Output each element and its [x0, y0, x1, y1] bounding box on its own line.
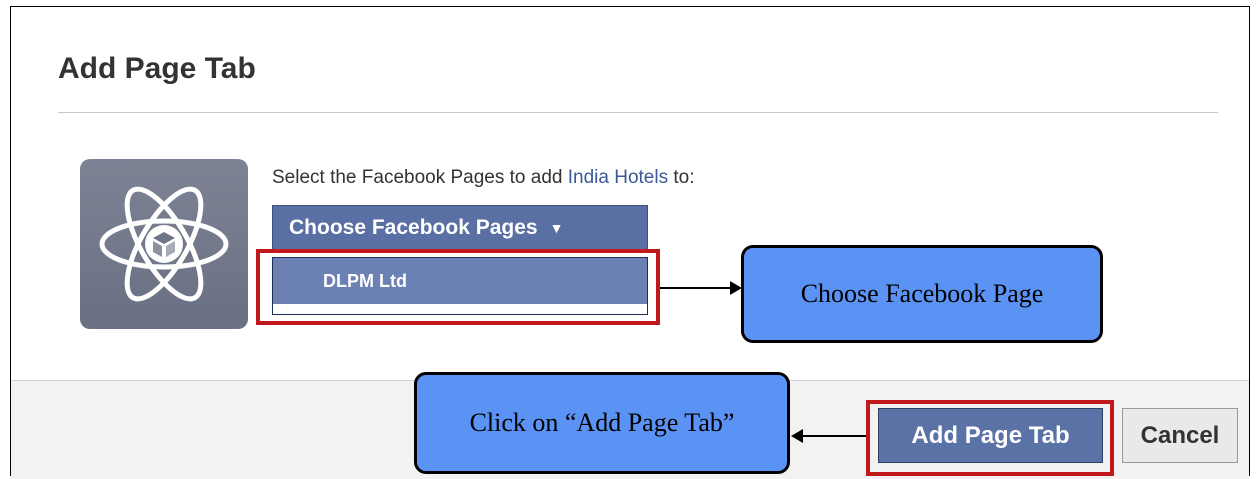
cancel-button[interactable]: Cancel [1122, 408, 1238, 463]
choose-facebook-pages-dropdown[interactable]: Choose Facebook Pages ▼ [272, 205, 648, 251]
title-divider [58, 112, 1218, 113]
arrow-to-click-callout [802, 435, 866, 437]
arrow-to-choose-callout [660, 287, 732, 289]
select-pages-prompt: Select the Facebook Pages to add India H… [272, 167, 695, 189]
add-button-highlight-box [866, 400, 1114, 476]
app-name-link[interactable]: India Hotels [568, 167, 668, 188]
prompt-suffix: to: [668, 167, 695, 188]
choose-page-callout: Choose Facebook Page [741, 245, 1103, 343]
caret-down-icon: ▼ [549, 220, 564, 236]
click-add-tab-callout: Click on “Add Page Tab” [414, 372, 790, 474]
atom-app-icon [80, 159, 248, 329]
atom-icon [99, 186, 229, 302]
dropdown-label: Choose Facebook Pages [289, 216, 538, 239]
dropdown-highlight-box [256, 249, 660, 325]
dialog-title: Add Page Tab [58, 52, 256, 85]
prompt-prefix: Select the Facebook Pages to add [272, 167, 568, 188]
arrow-head-left [791, 429, 803, 443]
